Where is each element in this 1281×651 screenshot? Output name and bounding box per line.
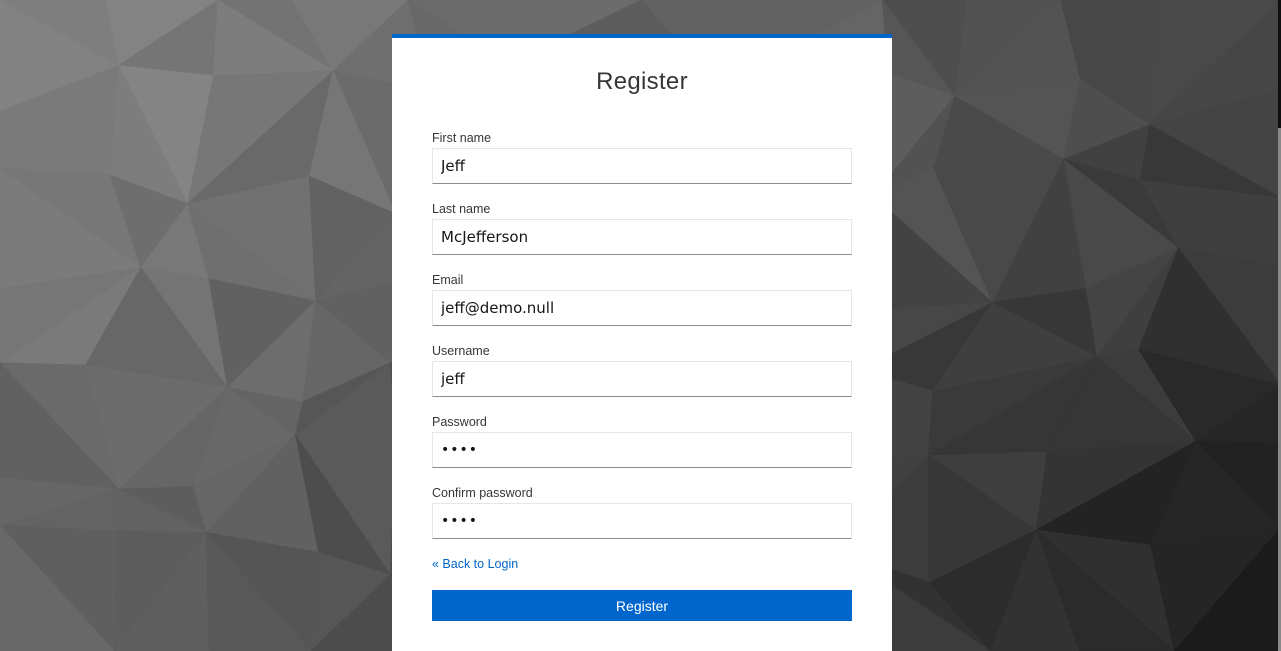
email-input[interactable] <box>432 290 852 326</box>
first-name-label: First name <box>432 131 492 145</box>
confirm-password-group: Confirm password <box>432 485 852 539</box>
first-name-group: First name <box>432 130 852 184</box>
page-title: Register <box>596 68 688 95</box>
password-label: Password <box>432 415 487 429</box>
email-label: Email <box>432 273 464 287</box>
first-name-input[interactable] <box>432 148 852 184</box>
back-to-login-link[interactable]: « Back to Login <box>432 556 518 572</box>
email-group: Email <box>432 272 852 326</box>
username-input[interactable] <box>432 361 852 397</box>
last-name-label: Last name <box>432 202 491 216</box>
username-label: Username <box>432 344 490 358</box>
password-group: Password <box>432 414 852 468</box>
confirm-password-input[interactable] <box>432 503 852 539</box>
username-group: Username <box>432 343 852 397</box>
password-input[interactable] <box>432 432 852 468</box>
last-name-group: Last name <box>432 201 852 255</box>
register-card: Register First name Last name Email User… <box>392 34 892 651</box>
register-button[interactable]: Register <box>432 590 852 621</box>
last-name-input[interactable] <box>432 219 852 255</box>
confirm-password-label: Confirm password <box>432 486 533 500</box>
